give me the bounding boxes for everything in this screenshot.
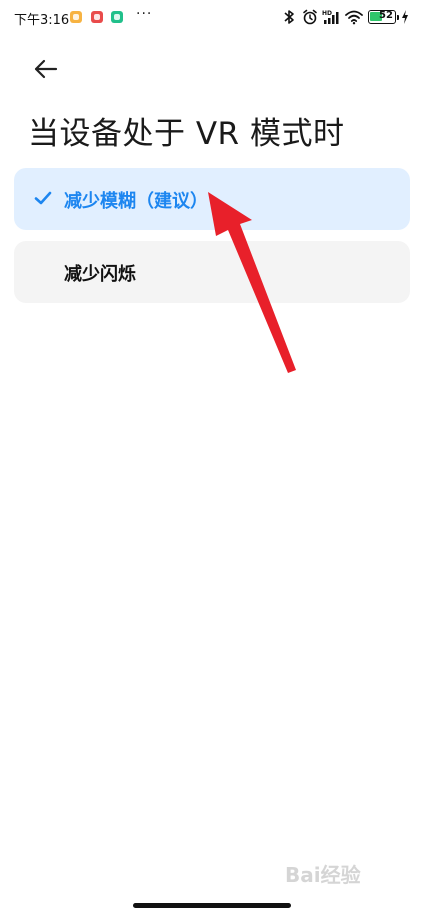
watermark-logo: Bai经验 bbox=[285, 863, 361, 887]
bluetooth-icon bbox=[284, 10, 294, 24]
status-bar: 下午3:16 ··· HD 52 bbox=[0, 0, 423, 36]
home-indicator[interactable] bbox=[133, 903, 291, 908]
alarm-icon bbox=[303, 9, 317, 25]
wifi-icon bbox=[345, 10, 363, 25]
battery-cap bbox=[397, 15, 399, 20]
back-arrow-icon bbox=[34, 59, 58, 79]
battery-icon: 52 bbox=[368, 10, 396, 24]
option-label: 减少闪烁 bbox=[64, 264, 136, 285]
watermark-text: Bai经验 bbox=[285, 863, 361, 887]
red-app-icon bbox=[91, 11, 103, 23]
battery-level-text: 52 bbox=[379, 10, 393, 21]
back-button[interactable] bbox=[28, 52, 64, 88]
option-label: 减少模糊（建议） bbox=[64, 191, 208, 212]
green-app-icon bbox=[111, 11, 123, 23]
status-time: 下午3:16 bbox=[14, 13, 70, 28]
checkmark-icon bbox=[34, 191, 52, 205]
charging-icon bbox=[402, 10, 408, 24]
more-notifications-icon: ··· bbox=[136, 6, 153, 22]
svg-text:HD: HD bbox=[322, 10, 332, 17]
notes-app-icon bbox=[70, 11, 82, 23]
hd-signal-icon: HD bbox=[322, 10, 339, 24]
page-title: 当设备处于 VR 模式时 bbox=[28, 116, 345, 152]
annotation-arrow bbox=[208, 192, 296, 373]
